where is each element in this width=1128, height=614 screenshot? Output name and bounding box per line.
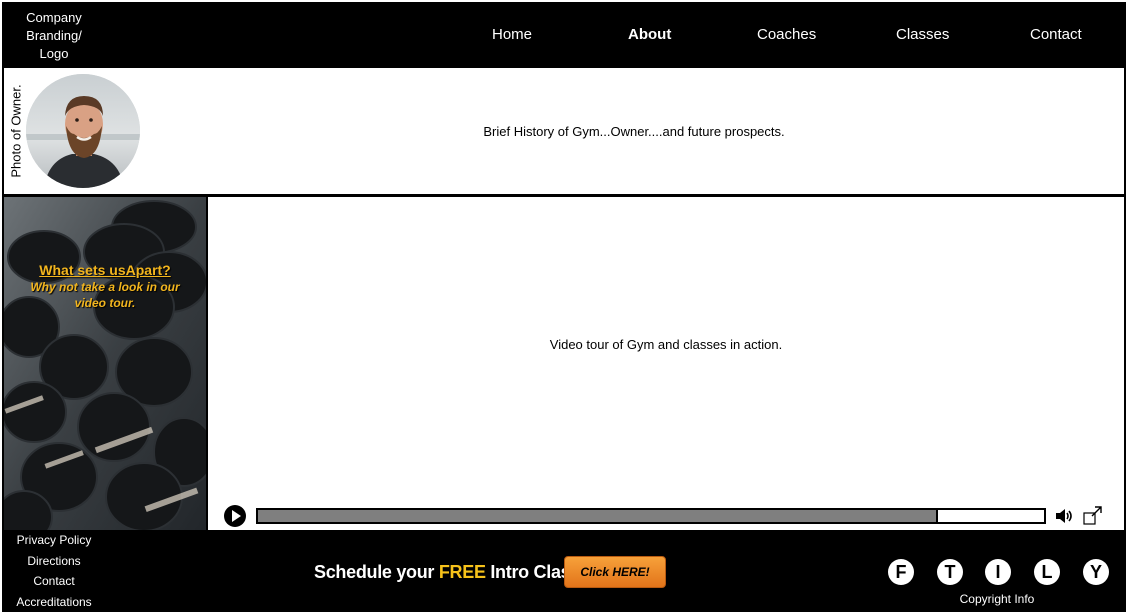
- owner-history-text: Brief History of Gym...Owner....and futu…: [483, 123, 785, 139]
- footer-link-privacy[interactable]: Privacy Policy: [2, 533, 106, 554]
- youtube-icon[interactable]: Y: [1083, 559, 1109, 585]
- nav-coaches[interactable]: Coaches: [757, 25, 816, 45]
- instagram-icon[interactable]: I: [985, 559, 1011, 585]
- footer-links: Privacy Policy Directions Contact Accred…: [2, 532, 106, 614]
- footer-link-contact[interactable]: Contact: [2, 574, 106, 595]
- footer: Privacy Policy Directions Contact Accred…: [2, 532, 1126, 612]
- promo-text-block: What sets usApart? Why not take a look i…: [4, 261, 206, 311]
- footer-link-accreditations[interactable]: Accreditations: [2, 595, 106, 614]
- company-logo[interactable]: Company Branding/ Logo: [12, 9, 96, 63]
- owner-section: Photo of Owner. Brief History of Gym...O…: [4, 68, 1124, 194]
- owner-photo-caption-text: Photo of Owner.: [8, 84, 24, 178]
- promo-title[interactable]: What sets usApart?: [4, 261, 206, 279]
- footer-link-directions[interactable]: Directions: [2, 554, 106, 575]
- fullscreen-icon[interactable]: [1083, 505, 1103, 525]
- copyright-text: Copyright Info: [959, 592, 1035, 606]
- nav-home[interactable]: Home: [492, 25, 532, 45]
- page-frame: Company Branding/ Logo Home About Coache…: [2, 2, 1126, 612]
- schedule-cta-text: Schedule your FREE Intro Class:: [314, 560, 586, 584]
- volume-icon[interactable]: [1054, 506, 1074, 526]
- facebook-icon[interactable]: F: [888, 559, 914, 585]
- owner-photo: [26, 74, 140, 188]
- owner-photo-caption: Photo of Owner.: [6, 68, 26, 194]
- dumbbell-rack-image: [4, 197, 206, 530]
- nav-about[interactable]: About: [628, 25, 671, 45]
- video-player[interactable]: Video tour of Gym and classes in action.: [208, 197, 1124, 530]
- click-here-button[interactable]: Click HERE!: [564, 556, 666, 588]
- nav-classes[interactable]: Classes: [896, 25, 949, 45]
- linkedin-icon[interactable]: L: [1034, 559, 1060, 585]
- promo-panel: What sets usApart? Why not take a look i…: [4, 197, 206, 530]
- social-links: F T I L Y: [886, 559, 1110, 587]
- owner-portrait-image: [26, 74, 140, 188]
- video-progress-bar[interactable]: [256, 508, 1046, 524]
- twitter-icon[interactable]: T: [937, 559, 963, 585]
- promo-subtitle: Why not take a look in our video tour.: [30, 280, 180, 310]
- video-progress-fill: [258, 510, 938, 522]
- nav-contact[interactable]: Contact: [1030, 25, 1082, 45]
- header: Company Branding/ Logo Home About Coache…: [2, 2, 1126, 66]
- play-icon[interactable]: [224, 505, 246, 527]
- schedule-prefix: Schedule your: [314, 562, 439, 582]
- schedule-free: FREE: [438, 562, 486, 582]
- video-placeholder-text: Video tour of Gym and classes in action.: [549, 337, 783, 352]
- video-controls: [208, 503, 1124, 527]
